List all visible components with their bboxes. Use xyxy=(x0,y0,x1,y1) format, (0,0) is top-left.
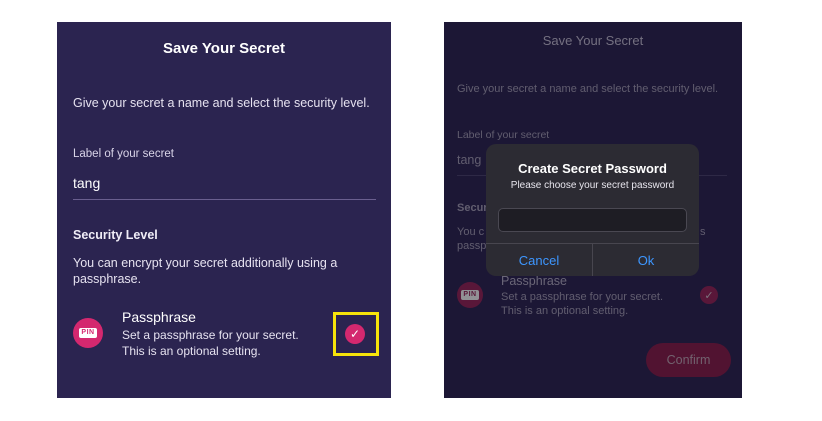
create-password-dialog: Create Secret Password Please choose you… xyxy=(486,144,699,276)
input-underline xyxy=(73,199,376,200)
save-secret-screen: Save Your Secret Give your secret a name… xyxy=(57,22,391,398)
save-secret-screen-dialog: Save Your Secret Give your secret a name… xyxy=(444,22,742,398)
highlight-box xyxy=(333,312,379,356)
pin-icon: PIN xyxy=(73,318,103,348)
intro-text: Give your secret a name and select the s… xyxy=(73,96,370,110)
security-description: You can encrypt your secret additionally… xyxy=(73,256,338,286)
page-title: Save Your Secret xyxy=(162,40,285,57)
security-level-heading: Security Level xyxy=(73,228,158,242)
password-input[interactable] xyxy=(498,208,687,232)
pin-icon-label: PIN xyxy=(79,328,97,338)
ok-button[interactable]: Ok xyxy=(593,244,699,276)
secret-label-input[interactable]: tang xyxy=(73,175,100,191)
option-title: Passphrase xyxy=(122,309,196,325)
dialog-title: Create Secret Password xyxy=(518,161,667,176)
option-description: Set a passphrase for your secret. This i… xyxy=(122,328,299,358)
cancel-button[interactable]: Cancel xyxy=(486,244,592,276)
dialog-message: Please choose your secret password xyxy=(510,180,675,191)
label-caption: Label of your secret xyxy=(73,148,175,160)
